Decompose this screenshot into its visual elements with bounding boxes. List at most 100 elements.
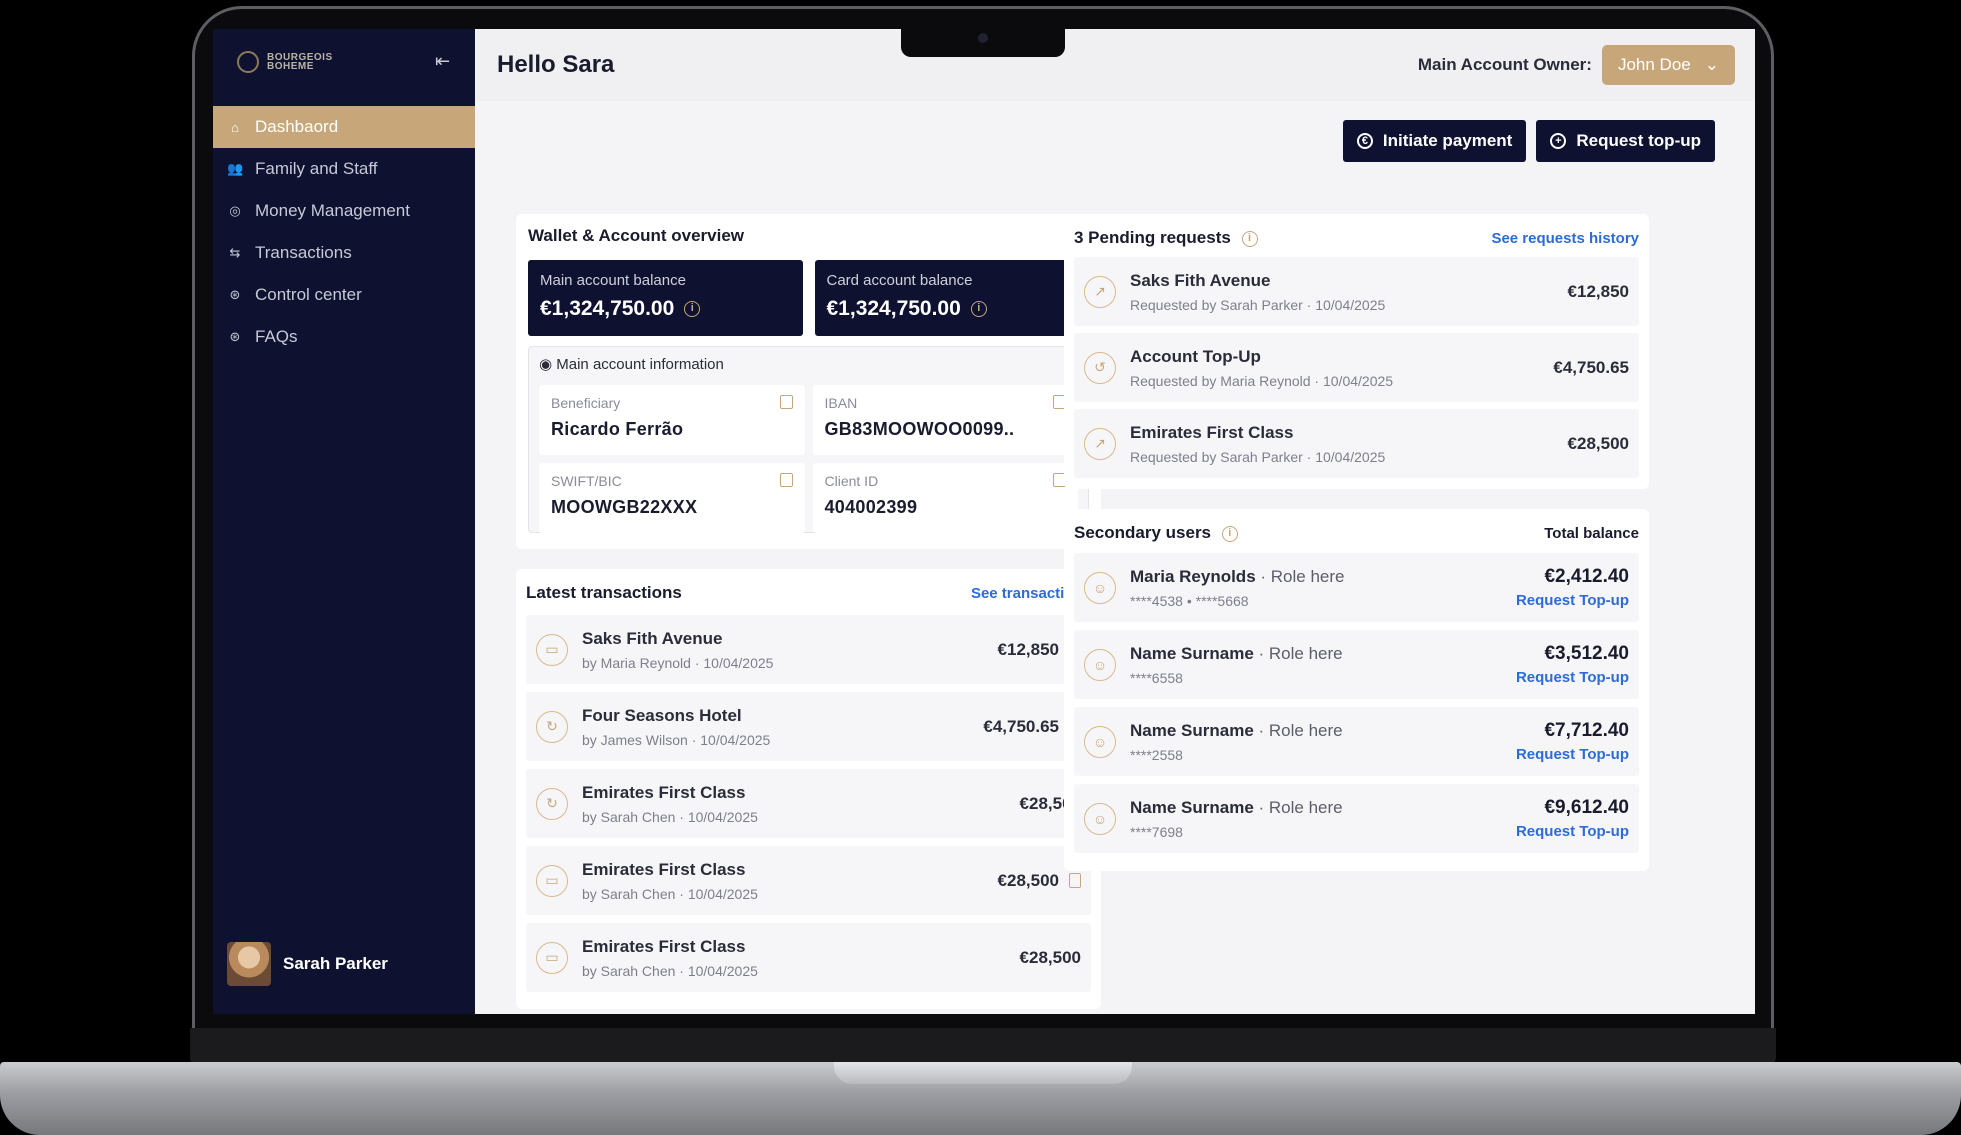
secondary-user-row[interactable]: ☺ Maria Reynolds · Role here ****4538 • … xyxy=(1074,553,1639,622)
main-account-info: ◉ Main account information ⌃ Beneficiary… xyxy=(528,346,1089,533)
action-buttons: € Initiate payment + Request top-up xyxy=(1342,120,1715,162)
account-info-header[interactable]: ◉ Main account information ⌃ xyxy=(539,355,1078,373)
collapse-sidebar-icon[interactable]: ⇤ xyxy=(435,51,450,72)
user-text: Name Surname · Role here ****7698 xyxy=(1130,798,1516,840)
transactions-title: Latest transactions xyxy=(526,583,682,602)
topup-icon: ↺ xyxy=(1084,351,1116,384)
user-profile[interactable]: Sarah Parker xyxy=(227,942,388,986)
transaction-title: Four Seasons Hotel xyxy=(582,705,742,725)
sidebar-item-label: Dashbaord xyxy=(255,117,339,136)
secondary-title: Secondary users i xyxy=(1074,523,1238,543)
transaction-row[interactable]: ▭ Emirates First Class by Sarah Chen · 1… xyxy=(526,846,1091,915)
secondary-users-card: Secondary users i Total balance ☺ Maria … xyxy=(1064,509,1649,871)
user-name: Name Surname · Role here xyxy=(1130,720,1343,740)
owner-select[interactable]: John Doe ⌄ xyxy=(1601,45,1735,85)
request-title: Account Top-Up xyxy=(1130,346,1261,366)
transaction-title: Emirates First Class xyxy=(582,859,746,879)
info-icon[interactable]: i xyxy=(1221,525,1238,542)
card-balance-label: Card account balance xyxy=(826,272,973,289)
transaction-row[interactable]: ▭ Saks Fith Avenue by Maria Reynold · 10… xyxy=(526,615,1091,684)
avatar xyxy=(227,942,271,986)
sidebar-item-label: Transactions xyxy=(255,243,352,262)
request-topup-link[interactable]: Request Top-up xyxy=(1516,823,1629,840)
field-value: GB83MOOWOO0099.. xyxy=(824,419,1015,439)
logo-text: BOURGEOIS BOHEME xyxy=(267,52,333,72)
sidebar: BOURGEOIS BOHEME ⇤ ⌂ Dashbaord 👥 Family … xyxy=(213,29,475,1014)
info-icon[interactable]: i xyxy=(684,301,701,317)
pending-header: 3 Pending requests i See requests histor… xyxy=(1074,226,1639,250)
field-value: Ricardo Ferrão xyxy=(551,419,684,439)
main-content: Hello Sara Main Account Owner: John Doe … xyxy=(475,29,1755,1014)
user-cards: ****4538 • ****5668 xyxy=(1130,592,1249,609)
transactions-list: ▭ Saks Fith Avenue by Maria Reynold · 10… xyxy=(526,615,1091,992)
sidebar-nav: ⌂ Dashbaord 👥 Family and Staff ◎ Money M… xyxy=(213,106,475,358)
request-text: Saks Fith Avenue Requested by Sarah Park… xyxy=(1130,271,1568,313)
sidebar-item-family-and-staff[interactable]: 👥 Family and Staff xyxy=(213,148,475,190)
request-topup-link[interactable]: Request Top-up xyxy=(1516,669,1629,686)
request-topup-link[interactable]: Request Top-up xyxy=(1516,592,1629,609)
transaction-row[interactable]: ↻ Four Seasons Hotel by James Wilson · 1… xyxy=(526,692,1091,761)
sidebar-item-label: FAQs xyxy=(255,327,298,346)
secondary-user-row[interactable]: ☺ Name Surname · Role here ****7698 €9,6… xyxy=(1074,784,1639,853)
card-icon: ▭ xyxy=(536,633,568,666)
pending-request-row[interactable]: ↗ Saks Fith Avenue Requested by Sarah Pa… xyxy=(1074,257,1639,326)
request-sub: Requested by Sarah Parker · 10/04/2025 xyxy=(1130,448,1386,465)
logo-mark-icon xyxy=(237,51,259,73)
transaction-text: Four Seasons Hotel by James Wilson · 10/… xyxy=(582,706,983,748)
pending-request-row[interactable]: ↗ Emirates First Class Requested by Sara… xyxy=(1074,409,1639,478)
beneficiary-field: Beneficiary Ricardo Ferrão xyxy=(539,385,805,455)
plus-circle-icon: + xyxy=(1550,133,1567,149)
transaction-row[interactable]: ↻ Emirates First Class by Sarah Chen · 1… xyxy=(526,769,1091,838)
payment-icon: € xyxy=(1356,133,1373,149)
sidebar-item-faqs[interactable]: ⊛ FAQs xyxy=(213,316,475,358)
control-icon: ⊛ xyxy=(229,287,241,302)
main-balance-value: €1,324,750.00 i xyxy=(540,297,791,321)
user-name: Maria Reynolds · Role here xyxy=(1130,566,1345,586)
transaction-row[interactable]: ▭ Emirates First Class by Sarah Chen · 1… xyxy=(526,923,1091,992)
see-requests-history-link[interactable]: See requests history xyxy=(1491,230,1639,247)
field-value: MOOWGB22XXX xyxy=(551,497,698,517)
refresh-icon: ↻ xyxy=(536,787,568,820)
sidebar-item-dashboard[interactable]: ⌂ Dashbaord xyxy=(213,106,475,148)
transaction-sub: by Sarah Chen · 10/04/2025 xyxy=(582,885,758,902)
user-balance-block: €7,712.40 Request Top-up xyxy=(1516,720,1629,763)
swift-field: SWIFT/BIC MOOWGB22XXX xyxy=(539,463,805,533)
secondary-user-row[interactable]: ☺ Name Surname · Role here ****6558 €3,5… xyxy=(1074,630,1639,699)
client-id-field: Client ID 404002399 xyxy=(812,463,1078,533)
request-topup-button[interactable]: + Request top-up xyxy=(1536,120,1715,162)
field-label: Client ID xyxy=(824,473,879,489)
sidebar-item-transactions[interactable]: ⇆ Transactions xyxy=(213,232,475,274)
copy-icon[interactable] xyxy=(779,473,793,487)
users-icon: 👥 xyxy=(227,161,244,176)
request-title: Saks Fith Avenue xyxy=(1130,270,1271,290)
user-balance: €9,612.40 xyxy=(1544,797,1629,818)
transaction-text: Saks Fith Avenue by Maria Reynold · 10/0… xyxy=(582,629,998,671)
pending-request-row[interactable]: ↺ Account Top-Up Requested by Maria Reyn… xyxy=(1074,333,1639,402)
transaction-text: Emirates First Class by Sarah Chen · 10/… xyxy=(582,860,998,902)
receipt-icon[interactable] xyxy=(1069,873,1081,888)
page-title: Hello Sara xyxy=(497,51,615,78)
field-label: IBAN xyxy=(824,395,858,411)
card-icon: ▭ xyxy=(536,864,568,897)
balances: Main account balance €1,324,750.00 i Car… xyxy=(528,260,1089,336)
transaction-sub: by James Wilson · 10/04/2025 xyxy=(582,731,771,748)
transaction-sub: by Sarah Chen · 10/04/2025 xyxy=(582,962,758,979)
secondary-user-row[interactable]: ☺ Name Surname · Role here ****2558 €7,7… xyxy=(1074,707,1639,776)
initiate-payment-button[interactable]: € Initiate payment xyxy=(1342,120,1527,162)
sidebar-item-control-center[interactable]: ⊛ Control center xyxy=(213,274,475,316)
user-icon: ☺ xyxy=(1084,725,1116,758)
request-topup-link[interactable]: Request Top-up xyxy=(1516,746,1629,763)
user-text: Name Surname · Role here ****2558 xyxy=(1130,721,1516,763)
sidebar-item-label: Control center xyxy=(255,285,362,304)
info-icon[interactable]: i xyxy=(1241,230,1258,247)
user-cards: ****2558 xyxy=(1130,746,1183,763)
logo[interactable]: BOURGEOIS BOHEME xyxy=(237,51,347,73)
sidebar-item-money-management[interactable]: ◎ Money Management xyxy=(213,190,475,232)
user-icon: ☺ xyxy=(1084,571,1116,604)
transactions-header: Latest transactions See transactions xyxy=(526,581,1091,605)
copy-icon[interactable] xyxy=(779,395,793,409)
user-cards: ****6558 xyxy=(1130,669,1183,686)
info-icon[interactable]: i xyxy=(970,301,987,317)
owner-label: Main Account Owner: xyxy=(1417,55,1592,74)
transaction-title: Emirates First Class xyxy=(582,936,746,956)
